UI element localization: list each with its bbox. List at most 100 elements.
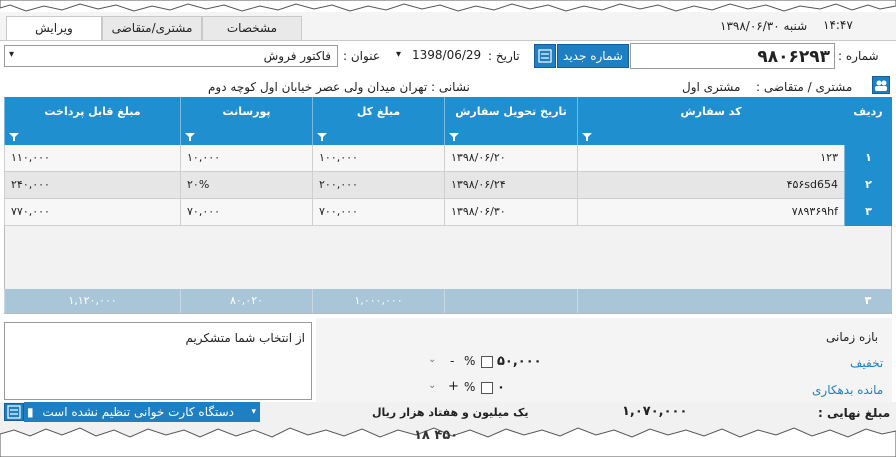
payable-amount: ۷۷۰,۰۰۰	[4, 199, 180, 226]
discount-link[interactable]: تخفیف	[850, 356, 883, 370]
delivery-date: ۱۳۹۸/۰۶/۳۰	[444, 199, 577, 226]
col-label: ردیف	[853, 105, 883, 118]
date-label: تاریخ :	[488, 49, 520, 63]
minus-sign[interactable]: -	[450, 354, 454, 368]
col-header-payable[interactable]: مبلغ قابل پرداخت	[4, 97, 180, 145]
row-index: ۱	[844, 145, 892, 172]
tab-label: مشخصات	[226, 21, 278, 35]
number-label: شماره :	[838, 49, 879, 63]
tab-details[interactable]: مشخصات	[202, 16, 302, 40]
footer-empty-code	[577, 289, 844, 313]
tab-divider	[0, 40, 896, 41]
payable-amount: ۱۱۰,۰۰۰	[4, 145, 180, 172]
col-label: پورسانت	[222, 105, 271, 118]
commission: ۷۰,۰۰۰	[180, 199, 312, 226]
footer-total: ۱,۰۰۰,۰۰۰	[312, 289, 444, 313]
commission: ۲۰%	[180, 172, 312, 199]
discount-value[interactable]: ۵۰,۰۰۰	[497, 354, 542, 369]
col-header-code[interactable]: کد سفارش	[577, 97, 844, 145]
grid-header: ردیف کد سفارش تاریخ تحویل سفارش مبلغ کل …	[4, 97, 892, 145]
total-amount: ۱۰۰,۰۰۰	[312, 145, 444, 172]
calculator-icon	[538, 49, 552, 63]
title-value: فاکتور فروش	[263, 49, 331, 63]
row-index: ۳	[844, 199, 892, 226]
filter-icon[interactable]	[317, 133, 327, 141]
chevron-down-icon: ▾	[396, 49, 402, 60]
tab-edit[interactable]: ویرایش	[6, 16, 102, 41]
calculator-button[interactable]	[4, 403, 24, 421]
cut-off-text: ۱۸ ۴۵۰	[414, 428, 459, 443]
clock: ۱۴:۴۷	[823, 18, 853, 32]
col-label: مبلغ قابل پرداخت	[44, 105, 141, 118]
customer-label: مشتری / متقاضی :	[756, 80, 853, 94]
col-header-total[interactable]: مبلغ کل	[312, 97, 444, 145]
customer-picker-button[interactable]	[872, 76, 890, 94]
filter-icon[interactable]	[185, 133, 195, 141]
filter-icon[interactable]	[9, 133, 19, 141]
current-date: شنبه ۱۳۹۸/۰۶/۳۰	[720, 19, 808, 33]
calculator-button[interactable]	[534, 44, 556, 68]
commission: ۱۰,۰۰۰	[180, 145, 312, 172]
col-label: مبلغ کل	[356, 105, 401, 118]
col-header-index[interactable]: ردیف	[844, 97, 892, 145]
total-amount: ۲۰۰,۰۰۰	[312, 172, 444, 199]
number-value: ۹۸۰۶۲۹۳	[757, 47, 830, 67]
filter-icon[interactable]	[582, 133, 592, 141]
users-icon	[875, 80, 887, 91]
notes-textarea[interactable]: از انتخاب شما متشکریم	[4, 322, 312, 400]
debt-link[interactable]: مانده بدهکاری	[812, 383, 883, 397]
totals-panel	[316, 318, 892, 402]
col-header-delivery-date[interactable]: تاریخ تحویل سفارش	[444, 97, 577, 145]
plus-sign[interactable]: +	[448, 379, 459, 394]
discount-checkbox[interactable]	[481, 356, 493, 368]
order-code: ۱۲۳	[577, 145, 844, 172]
notes-text: از انتخاب شما متشکریم	[185, 331, 305, 345]
debt-checkbox[interactable]	[481, 382, 493, 394]
tab-label: مشتری/متقاضی	[111, 21, 193, 35]
payable-amount: ۲۴۰,۰۰۰	[4, 172, 180, 199]
card-reader-text: دستگاه کارت خوانی تنظیم نشده است	[42, 405, 234, 419]
final-amount: ۱,۰۷۰,۰۰۰	[622, 404, 688, 419]
debt-value[interactable]: ۰	[497, 380, 505, 395]
tab-customer[interactable]: مشتری/متقاضی	[102, 16, 202, 40]
grid-footer: ۳ ۱,۰۰۰,۰۰۰ ۸۰,۰۲۰ ۱,۱۲۰,۰۰۰	[4, 289, 892, 313]
percent-label: %	[464, 354, 476, 368]
footer-empty-date	[444, 289, 577, 313]
order-code: ۷۸۹۳۶۹hf	[577, 199, 844, 226]
final-amount-label: مبلغ نهایی :	[818, 406, 891, 420]
table-row[interactable]: ۳ ۷۸۹۳۶۹hf ۱۳۹۸/۰۶/۳۰ ۷۰۰,۰۰۰ ۷۰,۰۰۰ ۷۷۰…	[4, 199, 892, 226]
order-code: ۴۵۶sd654	[577, 172, 844, 199]
delivery-date: ۱۳۹۸/۰۶/۲۰	[444, 145, 577, 172]
chevron-down-icon: ▾	[251, 407, 256, 417]
new-number-button[interactable]: شماره جدید	[557, 44, 629, 68]
final-amount-words: یک میلیون و هفتاد هزار ریال	[372, 406, 529, 419]
number-field[interactable]: ۹۸۰۶۲۹۳	[630, 43, 835, 69]
date-value: 1398/06/29	[412, 48, 482, 62]
chevron-down-icon[interactable]: ⌄	[428, 354, 436, 365]
row-index: ۲	[844, 172, 892, 199]
period-label: بازه زمانی	[826, 330, 879, 344]
footer-count: ۳	[864, 294, 872, 307]
filter-icon[interactable]	[449, 133, 459, 141]
total-amount: ۷۰۰,۰۰۰	[312, 199, 444, 226]
footer-payable: ۱,۱۲۰,۰۰۰	[4, 289, 180, 313]
card-reader-status[interactable]: دستگاه کارت خوانی تنظیم نشده است ▮ ▾	[24, 402, 260, 422]
title-combobox[interactable]: فاکتور فروش ▾	[4, 45, 338, 67]
card-reader-icon: ▮	[27, 405, 34, 419]
delivery-date: ۱۳۹۸/۰۶/۲۴	[444, 172, 577, 199]
address-text: نشانی : تهران میدان ولی عصر خیابان اول ک…	[208, 80, 470, 94]
date-picker[interactable]: 1398/06/29 ▾	[394, 46, 484, 66]
col-header-commission[interactable]: پورسانت	[180, 97, 312, 145]
chevron-down-icon[interactable]: ⌄	[428, 380, 436, 391]
chevron-down-icon: ▾	[9, 49, 15, 60]
table-row[interactable]: ۲ ۴۵۶sd654 ۱۳۹۸/۰۶/۲۴ ۲۰۰,۰۰۰ ۲۰% ۲۴۰,۰۰…	[4, 172, 892, 199]
col-label: تاریخ تحویل سفارش	[455, 105, 567, 118]
invoice-window: ۱۴:۴۷ شنبه ۱۳۹۸/۰۶/۳۰ ویرایش مشتری/متقاض…	[0, 0, 896, 457]
calculator-icon	[7, 405, 21, 419]
percent-label: %	[464, 380, 476, 394]
footer-commission: ۸۰,۰۲۰	[180, 289, 312, 313]
customer-value: مشتری اول	[682, 80, 741, 94]
col-label: کد سفارش	[680, 105, 742, 118]
title-label: عنوان :	[343, 49, 380, 63]
table-row[interactable]: ۱ ۱۲۳ ۱۳۹۸/۰۶/۲۰ ۱۰۰,۰۰۰ ۱۰,۰۰۰ ۱۱۰,۰۰۰	[4, 145, 892, 172]
